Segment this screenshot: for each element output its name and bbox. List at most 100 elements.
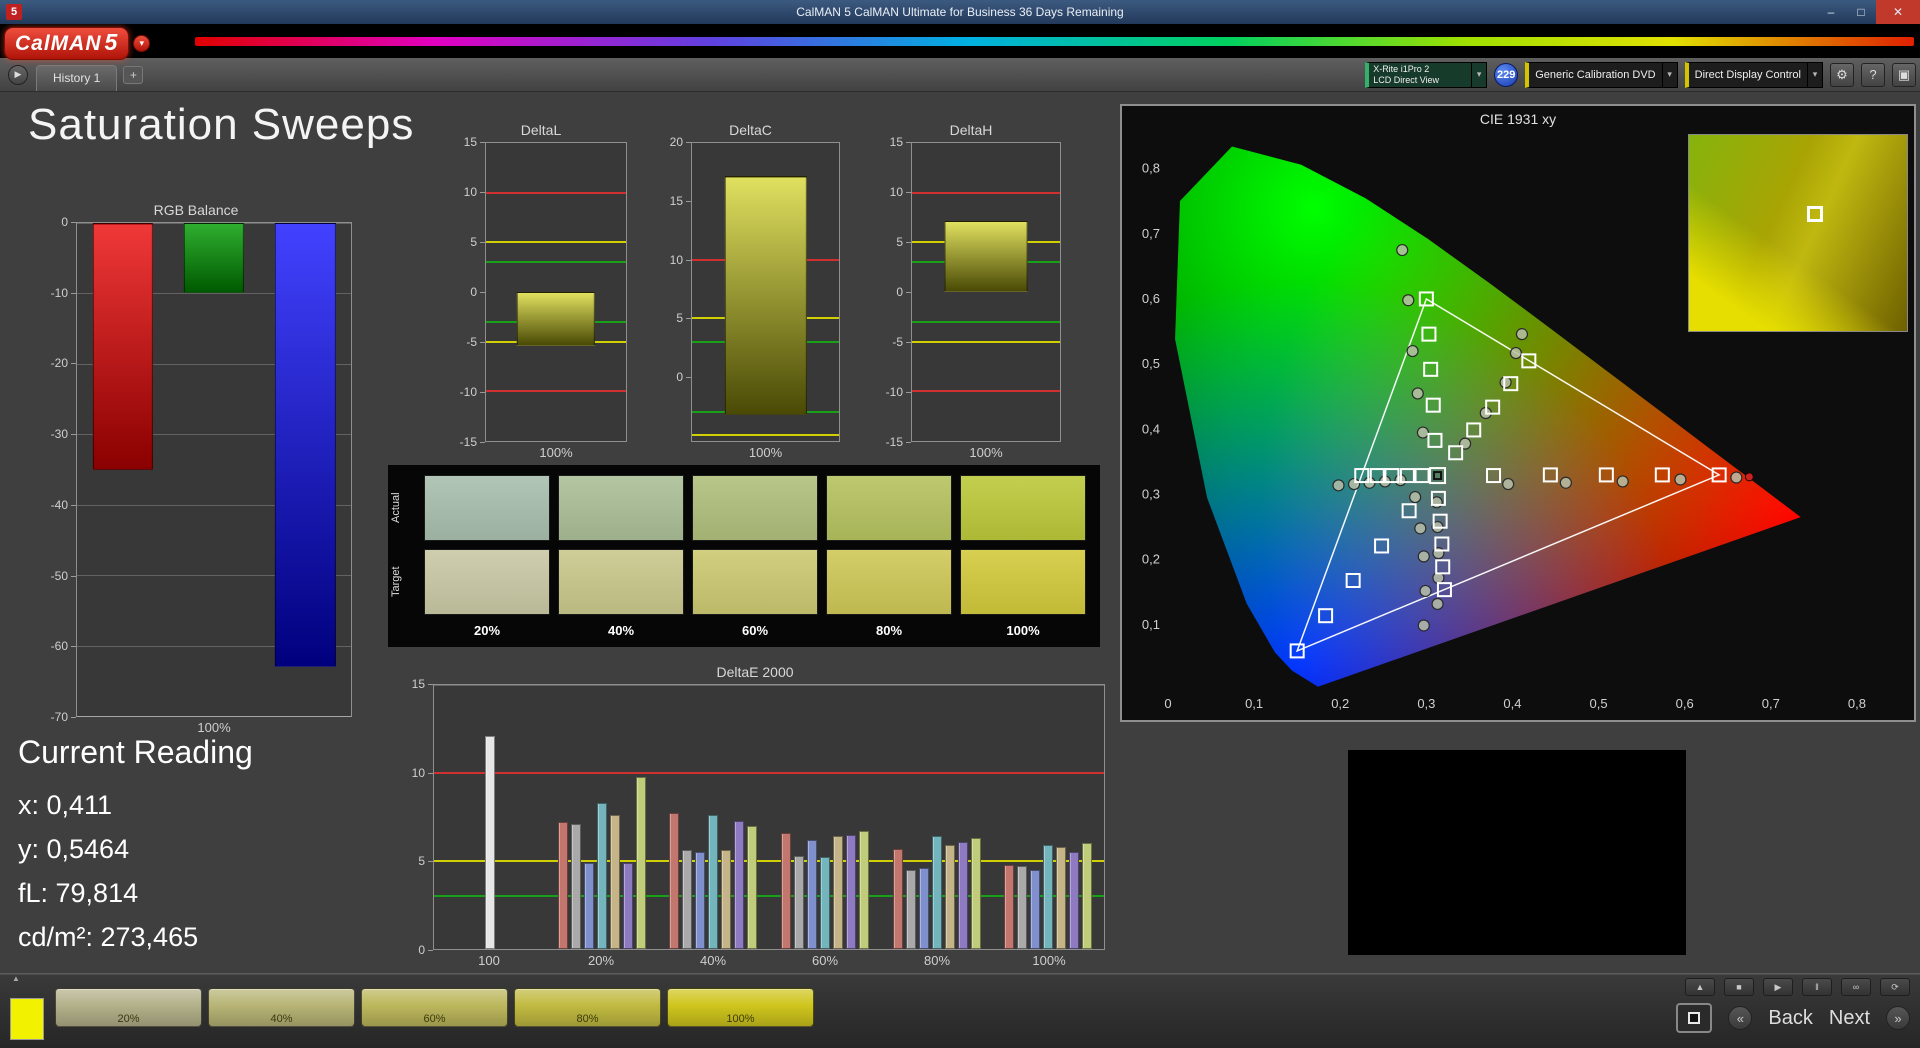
play-button[interactable]: ▶ [1763, 978, 1793, 996]
display-control-selector[interactable]: Direct Display Control ▾ [1684, 61, 1823, 88]
stop-button[interactable]: ■ [1724, 978, 1754, 996]
help-button[interactable]: ? [1861, 62, 1885, 87]
value-bar [747, 825, 758, 949]
current-reading-panel: Current Reading x: 0,411 y: 0,5464 fL: 7… [18, 734, 253, 959]
saturation-patch[interactable]: 60% [361, 988, 508, 1027]
rainbow-strip [195, 37, 1914, 46]
value-bar [609, 815, 620, 949]
current-color-swatch [10, 998, 44, 1040]
collapse-button[interactable]: ▲ [6, 974, 26, 983]
group-label: 80% [923, 953, 951, 968]
y-tick-label: 0 [676, 370, 683, 385]
value-bar [1069, 852, 1080, 949]
meter-line1: X-Rite i1Pro 2 [1373, 63, 1430, 74]
value-bar [832, 836, 843, 949]
y-tick-label: 0 [470, 285, 477, 299]
group-label: 40% [699, 953, 727, 968]
reference-line [486, 191, 626, 194]
next-button[interactable]: Next [1829, 1007, 1870, 1030]
value-bar [695, 852, 706, 949]
svg-text:0,8: 0,8 [1142, 161, 1160, 176]
y-tick-label: -15 [885, 435, 903, 449]
tab-history-1[interactable]: History 1 [36, 65, 118, 91]
svg-text:0,7: 0,7 [1142, 226, 1160, 241]
logo-text: CalMAN 5 [4, 27, 130, 60]
actual-swatch [558, 475, 684, 541]
x-axis-label: 100% [748, 445, 783, 460]
source-selector[interactable]: Generic Calibration DVD ▾ [1525, 61, 1678, 88]
device-toolbar: X-Rite i1Pro 2 LCD Direct View ▾ 229 Gen… [1365, 61, 1916, 88]
minimize-button[interactable]: – [1816, 0, 1846, 24]
svg-text:0,3: 0,3 [1417, 696, 1435, 711]
chart-title: RGB Balance [153, 202, 239, 218]
svg-text:0,2: 0,2 [1142, 552, 1160, 567]
saturation-patch[interactable]: 20% [55, 988, 202, 1027]
value-bar [905, 869, 916, 949]
transport-controls: ▲ ■ ▶ ‖ ∞ ⟳ [1685, 978, 1910, 996]
value-bar [1017, 866, 1028, 949]
rgb-balance-chart: RGB Balance 0 -10 -20 -30 -40 -50 -60 -70 100% [40, 202, 352, 737]
value-bar [944, 221, 1028, 292]
value-bar [724, 175, 807, 416]
actual-swatch [424, 475, 550, 541]
pause-button[interactable]: ‖ [1802, 978, 1832, 996]
patch-label: 40% [270, 1013, 293, 1025]
y-tick-label: -70 [50, 710, 68, 724]
value-bar [970, 838, 981, 949]
pattern-window-toggle[interactable]: ▣ [1892, 62, 1916, 87]
back-button[interactable]: Back [1768, 1007, 1812, 1030]
delta-l-chart: DeltaL 15 10 5 0 -5 -10 -15 100% [455, 122, 627, 462]
plot-area [911, 142, 1061, 442]
column-label: 60% [741, 623, 769, 638]
row-label: Actual [390, 492, 402, 524]
next-chevron-button[interactable]: » [1886, 1006, 1910, 1030]
meter-selector[interactable]: X-Rite i1Pro 2 LCD Direct View ▾ [1365, 61, 1488, 88]
bar-group [657, 685, 769, 949]
saturation-patch[interactable]: 100% [667, 988, 814, 1027]
gear-icon: ⚙ [1836, 66, 1848, 82]
loop-button[interactable]: ∞ [1841, 978, 1871, 996]
svg-text:0,7: 0,7 [1762, 696, 1780, 711]
target-swatch [558, 549, 684, 615]
y-tick-label: -10 [885, 385, 903, 399]
saturation-patch[interactable]: 80% [514, 988, 661, 1027]
logo-menu-button[interactable]: ▾ [133, 35, 151, 52]
settings-button[interactable]: ⚙ [1830, 62, 1854, 87]
add-tab-button[interactable]: + [123, 65, 144, 84]
y-tick-label: -5 [466, 335, 477, 349]
y-tick-label: -30 [50, 427, 68, 442]
x-axis-label: 100% [539, 445, 573, 460]
close-button[interactable]: ✕ [1876, 0, 1920, 24]
refresh-button[interactable]: ⟳ [1880, 978, 1910, 996]
reading-cdm2: cd/m²: 273,465 [18, 922, 199, 952]
y-tick-label: 15 [889, 135, 903, 149]
patch-label: 60% [423, 1013, 446, 1025]
x-axis-labels: 100 20% 40% 60% 80% 100% [405, 950, 1105, 970]
eject-button[interactable]: ▲ [1685, 978, 1715, 996]
reading-fl: fL: 79,814 [18, 878, 139, 908]
y-tick-label: 5 [896, 235, 903, 249]
saturation-patch[interactable]: 40% [208, 988, 355, 1027]
pattern-window-button[interactable] [1676, 1003, 1713, 1033]
run-button[interactable]: ▶ [8, 64, 28, 85]
y-tick-label: 10 [669, 252, 683, 267]
value-bar [793, 855, 804, 949]
calman-logo[interactable]: CalMAN 5 ▾ [4, 27, 151, 60]
plot-area [691, 142, 840, 442]
chevron-down-icon: ▾ [1471, 62, 1486, 87]
chevron-down-icon: ▾ [1807, 62, 1822, 87]
svg-text:0,2: 0,2 [1331, 696, 1349, 711]
actual-swatch [826, 475, 952, 541]
value-bar [1082, 843, 1093, 949]
y-tick-label: -5 [892, 335, 903, 349]
value-bar [931, 836, 942, 949]
chart-title: CIE 1931 xy [1479, 111, 1557, 127]
y-tick-label: -20 [50, 356, 68, 371]
plot-area [485, 142, 627, 442]
value-bar [918, 868, 929, 949]
y-tick-label: 5 [676, 311, 683, 326]
back-chevron-button[interactable]: « [1728, 1006, 1753, 1030]
patch-label: 20% [117, 1013, 140, 1025]
maximize-button[interactable]: □ [1846, 0, 1876, 24]
chart-title: DeltaL [520, 122, 562, 138]
